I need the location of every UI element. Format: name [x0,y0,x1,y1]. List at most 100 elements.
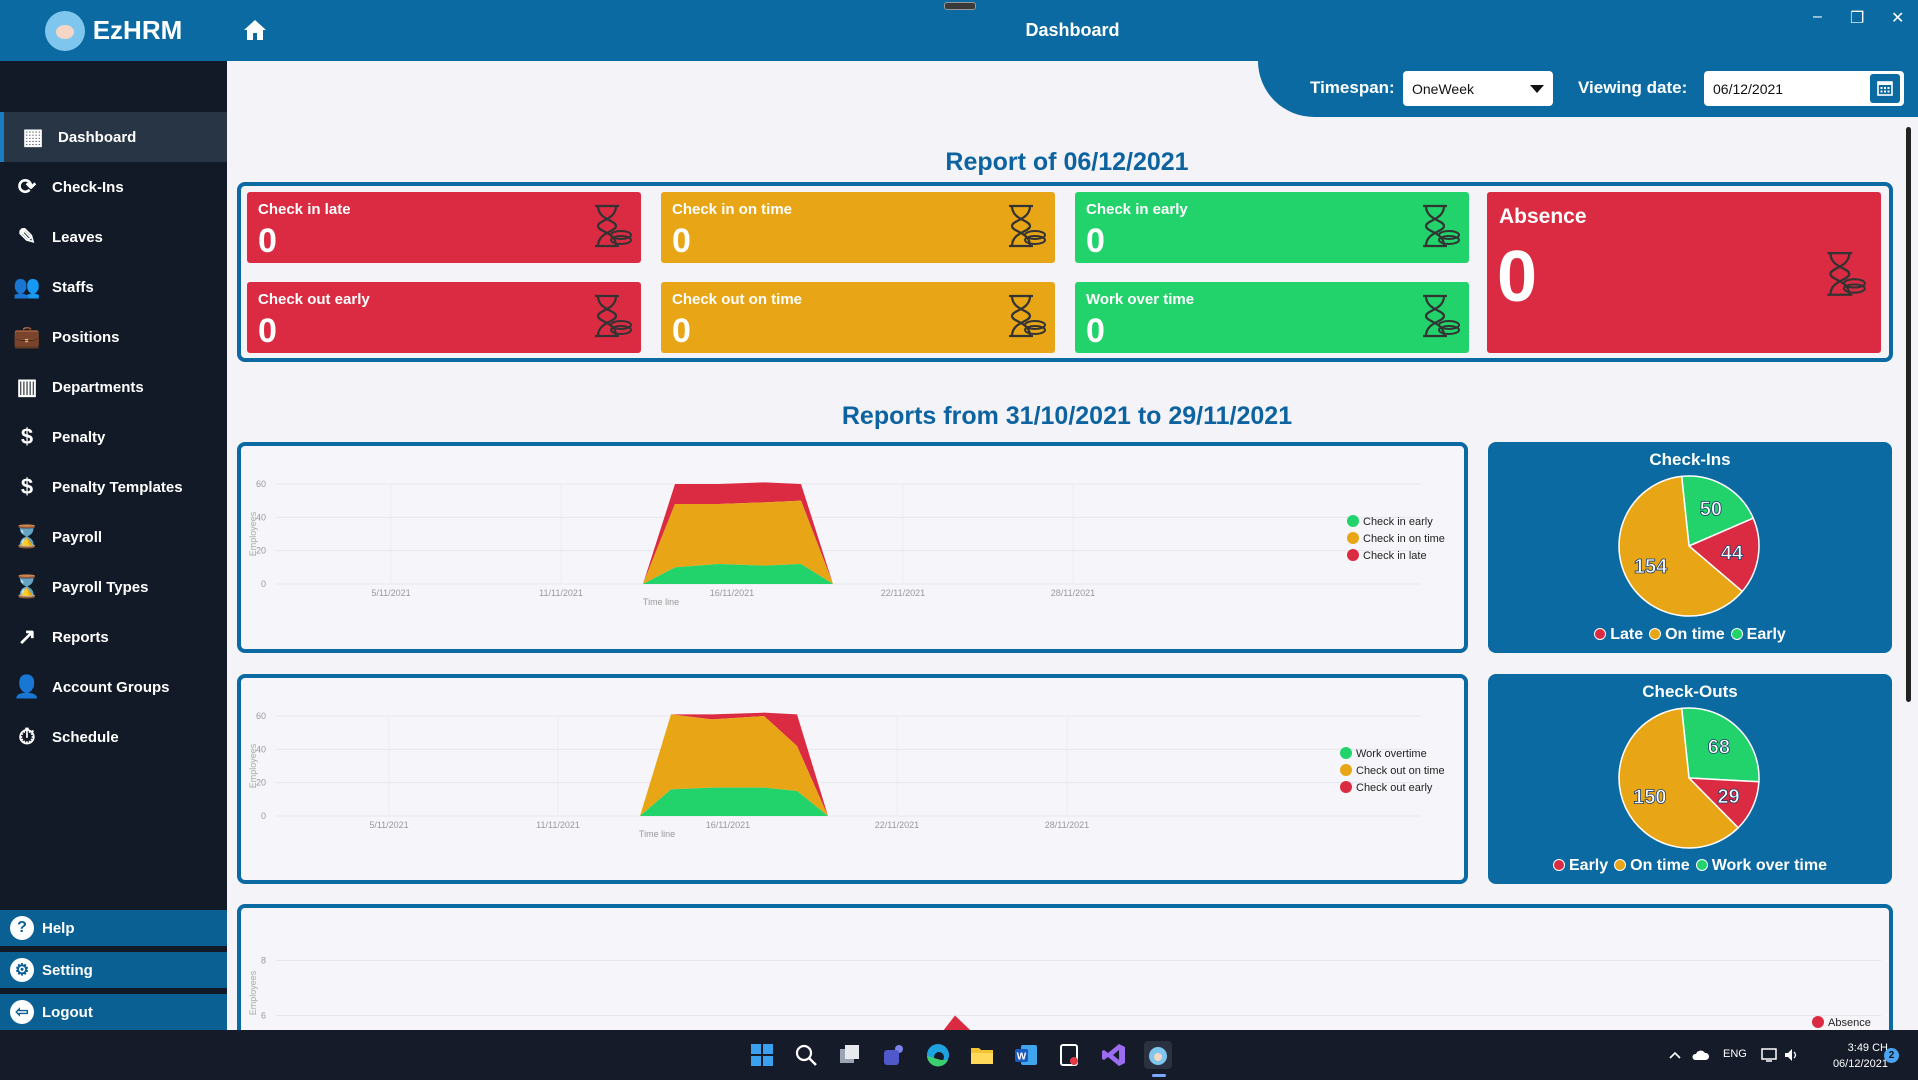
pie-value-label: 29 [1717,786,1739,808]
sidebar-item-label: Reports [52,628,109,646]
active-app-indicator [1152,1074,1166,1077]
report-title: Report of 06/12/2021 [945,148,1189,176]
card-value: 0 [258,312,277,350]
legend-item: Early [1730,626,1786,644]
legend-item: On time [1614,857,1690,875]
windows-start-icon[interactable] [748,1041,776,1069]
setting-button[interactable]: ⚙ Setting [0,952,227,988]
legend-dot [1340,747,1352,759]
chevron-up-icon[interactable] [1668,1048,1682,1062]
sidebar-item-label: Positions [52,328,120,346]
sidebar-item-departments[interactable]: ▥ Departments [0,362,227,412]
legend-label: Early [1746,626,1786,643]
sidebar-item-check-ins[interactable]: ⟳ Check-Ins [0,162,227,212]
viewing-date-label: Viewing date: [1578,78,1688,97]
legend-label: Check out on time [1356,765,1445,777]
pie-value-label: 68 [1708,737,1730,759]
ezhrm-taskbar-icon[interactable] [1144,1041,1172,1069]
legend-dot [1812,1016,1824,1028]
pie-value-label: 150 [1633,787,1666,809]
card-label: Check in late [258,201,351,218]
positions-icon: 💼 [13,324,41,349]
viewing-date-value: 06/12/2021 [1713,81,1784,97]
restore-button[interactable]: ❐ [1850,8,1864,28]
reports-icon: ↗ [17,624,37,649]
x-tick-label: 5/11/2021 [371,588,410,598]
sidebar-item-reports[interactable]: ↗ Reports [0,612,227,662]
sidebar-item-account-groups[interactable]: 👤 Account Groups [0,662,227,712]
sidebar-item-leaves[interactable]: ✎ Leaves [0,212,227,262]
edge-icon[interactable] [924,1041,952,1069]
search-icon[interactable] [792,1041,820,1069]
visual-studio-icon[interactable] [1100,1041,1128,1069]
timespan-select[interactable]: OneWeek [1403,71,1553,106]
top-bar: Dashboard – ❐ ✕ [227,0,1918,61]
check-out-on-time-card: Check out on time 0 [661,282,1055,353]
legend-dot [1730,628,1743,640]
minimize-button[interactable]: – [1813,8,1822,26]
sidebar-item-dashboard[interactable]: ▦ Dashboard [0,112,227,162]
absence-card: Absence 0 [1487,192,1881,353]
y-tick-label: 60 [256,711,266,721]
sidebar-item-staffs[interactable]: 👥 Staffs [0,262,227,312]
clock-date[interactable]: 06/12/2021 [1818,1058,1888,1070]
help-icon: ? [10,916,34,940]
legend-dot [1340,781,1352,793]
network-icon[interactable] [1761,1047,1779,1063]
task-view-icon[interactable] [836,1041,864,1069]
sidebar-item-penalty[interactable]: $ Penalty [0,412,227,462]
teams-icon[interactable] [880,1041,908,1069]
checkouts-pie-svg: 68 29 150 [1618,707,1760,849]
sidebar-item-positions[interactable]: 💼 Positions [0,312,227,362]
legend-item: Early [1553,857,1608,875]
card-value: 0 [1086,312,1105,350]
close-button[interactable]: ✕ [1891,8,1904,28]
calendar-button[interactable] [1870,74,1900,103]
check-in-late-card: Check in late 0 [247,192,641,263]
notification-badge[interactable]: 2 [1884,1048,1899,1063]
onedrive-cloud-icon[interactable] [1690,1047,1710,1063]
logout-label: Logout [42,1003,93,1021]
sidebar-item-label: Payroll Types [52,578,149,596]
snipping-tool-icon[interactable] [1056,1041,1084,1069]
x-tick-label: 22/11/2021 [881,588,925,598]
work-over-time-card: Work over time 0 [1075,282,1469,353]
y-tick-label: 0 [261,811,266,821]
pie-value-label: 154 [1634,556,1668,578]
sidebar-item-payroll[interactable]: ⌛ Payroll [0,512,227,562]
card-value: 0 [672,312,691,350]
sidebar-item-label: Check-Ins [52,178,124,196]
sidebar-item-payroll-types[interactable]: ⌛ Payroll Types [0,562,227,612]
word-icon[interactable]: W [1012,1041,1040,1069]
pie-value-label: 44 [1721,542,1744,564]
app-name: EzHRM [92,15,183,45]
x-tick-label: 11/11/2021 [536,820,580,830]
card-label: Check in early [1086,201,1188,218]
y-axis-label: Employees [248,970,258,1015]
language-indicator[interactable]: ENG [1723,1048,1747,1060]
departments-icon: ▥ [16,374,38,399]
page-title: Dashboard [1025,20,1120,40]
vertical-scrollbar[interactable] [1906,127,1911,702]
y-tick-label: 6 [261,1011,266,1021]
help-button[interactable]: ? Help [0,910,227,946]
legend-item: Work over time [1695,857,1827,875]
sidebar-item-penalty-templates[interactable]: $ Penalty Templates [0,462,227,512]
sidebar-item-label: Penalty [52,428,106,446]
logout-button[interactable]: ⇦ Logout [0,994,227,1030]
checkins-pie-legend: Late On time Early [1488,626,1892,644]
file-explorer-icon[interactable] [968,1041,996,1069]
window-drag-handle[interactable] [944,2,976,10]
hourglass-money-icon [1009,204,1046,248]
sidebar-item-label: Staffs [52,278,94,296]
legend-label: Check in on time [1363,533,1445,545]
clock-time[interactable]: 3:49 CH [1828,1042,1888,1054]
sidebar-item-schedule[interactable]: ⏱ Schedule [0,712,227,762]
check-ins-icon: ⟳ [17,174,37,199]
legend-label: On time [1630,857,1690,874]
checkins-pie-panel: 50 44 154 Check-Ins Late On time Early [1488,442,1892,653]
volume-icon[interactable] [1783,1047,1801,1063]
viewing-date-input[interactable]: 06/12/2021 [1704,71,1904,106]
absence-area-chart: 468EmployeesAbsence [237,904,1893,1044]
sidebar-item-label: Schedule [52,728,119,746]
